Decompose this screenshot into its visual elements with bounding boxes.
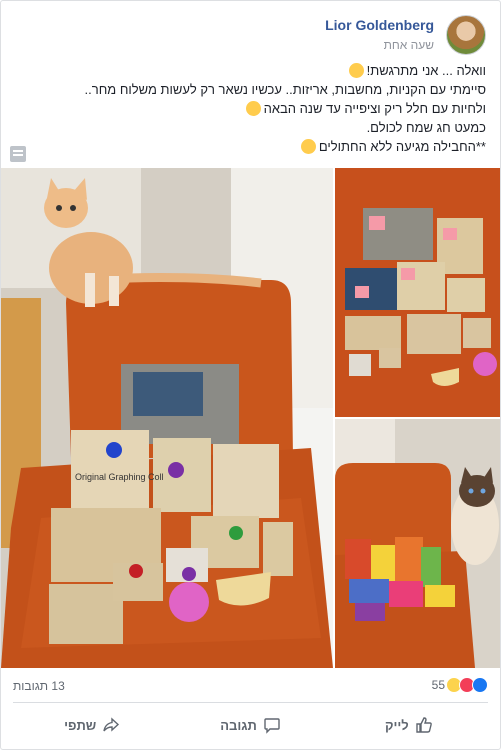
like-reaction-icon bbox=[472, 677, 488, 693]
post-stats: 55 13 תגובות bbox=[13, 677, 488, 697]
wink-emoji-icon bbox=[300, 139, 316, 154]
photo-main[interactable]: Original Graphing Coll bbox=[1, 168, 333, 668]
post-card: Lior Goldenberg שעה אחת וואלה ... אני מת… bbox=[0, 0, 501, 750]
post-line-5: **החבילה מגיעה ללא החתולים bbox=[15, 137, 486, 156]
photo-candy-cat-illustration bbox=[335, 419, 500, 668]
photo-main-illustration: Original Graphing Coll bbox=[1, 168, 333, 668]
photo-gifts-top-illustration bbox=[335, 168, 500, 417]
post-text: וואלה ... אני מתרגשת! סיימתי עם הקניות, … bbox=[15, 61, 486, 156]
post-line-3: ולחיות עם חלל ריק וציפייה עד שנה הבאה bbox=[15, 99, 486, 118]
laughing-emoji-icon bbox=[348, 63, 364, 78]
photo-candy-cat[interactable] bbox=[335, 419, 500, 668]
post-line-4: כמעט חג שמח לכולם. bbox=[366, 120, 486, 135]
like-icon bbox=[416, 717, 432, 733]
post-timestamp[interactable]: שעה אחת bbox=[384, 38, 434, 52]
post-line-2: סיימתי עם הקניות, מחשבות, אריזות.. עכשיו… bbox=[84, 82, 486, 97]
share-label: שתפי bbox=[64, 717, 97, 733]
actions-divider bbox=[13, 702, 488, 703]
comment-icon bbox=[264, 718, 280, 734]
comments-count[interactable]: 13 תגובות bbox=[13, 679, 65, 693]
comment-label: תגובה bbox=[220, 717, 257, 733]
gift-wrap-print-text: Original Graphing Coll bbox=[75, 472, 164, 482]
tears-of-joy-emoji-icon bbox=[245, 101, 261, 116]
share-icon bbox=[103, 717, 120, 732]
reactions-count[interactable]: 55 bbox=[432, 678, 445, 692]
reactions-summary[interactable]: 55 bbox=[432, 677, 488, 693]
note-icon[interactable] bbox=[10, 146, 26, 162]
like-label: לייק bbox=[384, 717, 409, 733]
avatar[interactable] bbox=[446, 15, 486, 55]
post-header: Lior Goldenberg שעה אחת bbox=[13, 13, 488, 55]
like-button[interactable]: לייק bbox=[330, 706, 488, 744]
action-bar: לייק תגובה שתפי bbox=[13, 706, 488, 744]
share-button[interactable]: שתפי bbox=[13, 706, 171, 744]
author-name[interactable]: Lior Goldenberg bbox=[325, 17, 434, 33]
comment-button[interactable]: תגובה bbox=[171, 706, 329, 744]
photo-gifts-top[interactable] bbox=[335, 168, 500, 417]
post-line-1: וואלה ... אני מתרגשת! bbox=[15, 61, 486, 80]
